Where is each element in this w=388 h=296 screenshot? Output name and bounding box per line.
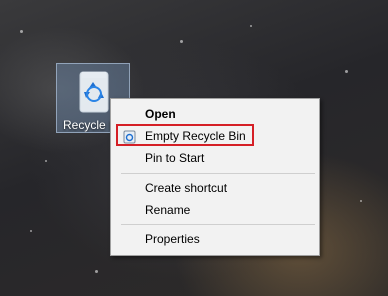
highlight-box	[116, 124, 254, 146]
menu-item-open[interactable]: Open	[111, 103, 319, 125]
menu-item-label: Pin to Start	[145, 151, 205, 165]
menu-item-properties[interactable]: Properties	[111, 228, 319, 250]
background-speck	[345, 70, 348, 73]
menu-item-create-shortcut[interactable]: Create shortcut	[111, 177, 319, 199]
background-speck	[250, 25, 252, 27]
context-menu: Open Empty Recycle Bin Pin to Start Crea…	[110, 98, 320, 256]
background-speck	[30, 230, 32, 232]
background-speck	[45, 160, 47, 162]
menu-separator	[121, 224, 315, 225]
menu-item-label: Rename	[145, 203, 191, 217]
recycle-bin-icon	[77, 68, 111, 118]
menu-item-label: Create shortcut	[145, 181, 228, 195]
background-speck	[360, 200, 362, 202]
menu-separator	[121, 173, 315, 174]
menu-item-pin-to-start[interactable]: Pin to Start	[111, 147, 319, 169]
background-speck	[20, 30, 23, 33]
menu-item-label: Open	[145, 107, 176, 121]
menu-item-label: Properties	[145, 232, 200, 246]
background-speck	[180, 40, 183, 43]
background-speck	[95, 270, 98, 273]
menu-item-rename[interactable]: Rename	[111, 199, 319, 221]
